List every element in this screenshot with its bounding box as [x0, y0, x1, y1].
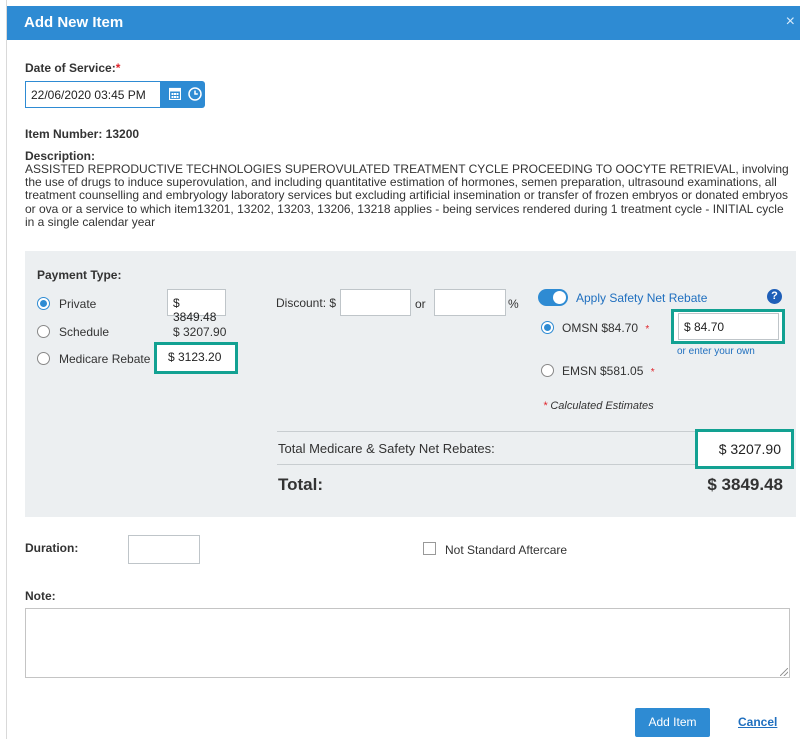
required-mark: * [543, 400, 548, 412]
total-label: Total: [278, 475, 324, 494]
payment-type-label: Payment Type: [37, 268, 122, 282]
duration-label: Duration: [25, 541, 79, 555]
description-line: in a single calendar year [25, 214, 156, 229]
schedule-fee-value: $ 3207.90 [173, 325, 227, 339]
payment-option-label: Private [59, 297, 97, 311]
payment-option-label: Medicare Rebate [59, 352, 151, 366]
divider [277, 464, 695, 465]
omsn-label-text: OMSN $84.70 [562, 321, 639, 335]
calendar-icon[interactable] [169, 87, 181, 100]
omsn-label: OMSN $84.70 * [562, 321, 649, 335]
radio-omsn[interactable] [541, 321, 554, 334]
safety-net-toggle-label[interactable]: Apply Safety Net Rebate [576, 291, 707, 305]
duration-input[interactable] [128, 535, 200, 564]
date-of-service-input[interactable]: 22/06/2020 03:45 PM [25, 81, 161, 108]
dialog-header: Add New Item × [7, 6, 800, 40]
safety-net-toggle[interactable] [538, 289, 568, 306]
close-icon[interactable]: × [786, 13, 795, 31]
item-number: Item Number: 13200 [25, 127, 140, 141]
required-mark: * [645, 324, 650, 335]
date-picker-button[interactable] [160, 81, 205, 108]
omsn-value-wrap: $ 84.70 [671, 309, 785, 344]
radio-emsn[interactable] [541, 364, 554, 377]
radio-medicare-rebate[interactable] [37, 352, 50, 365]
enter-own-hint: or enter your own [677, 346, 755, 357]
cancel-link[interactable]: Cancel [738, 715, 777, 729]
description-label: Description: [25, 149, 96, 163]
estimates-note-text: Calculated Estimates [550, 400, 654, 412]
private-price-input[interactable]: $ 3849.48 [167, 289, 226, 324]
note-textarea[interactable] [25, 608, 790, 678]
date-of-service-label-text: Date of Service: [25, 61, 116, 75]
description-line: or ova or a service to which item13201, … [25, 201, 784, 216]
radio-schedule[interactable] [37, 325, 50, 338]
estimates-note: * Calculated Estimates [543, 400, 654, 412]
discount-amount-input[interactable] [340, 289, 411, 316]
percent-label: % [508, 297, 519, 311]
medicare-rebate-value: $ 3123.20 [154, 342, 238, 374]
not-standard-aftercare-checkbox[interactable] [423, 542, 436, 555]
help-icon[interactable]: ? [767, 289, 782, 304]
description-text: ASSISTED REPRODUCTIVE TECHNOLOGIES SUPER… [25, 162, 795, 229]
required-mark: * [650, 367, 655, 378]
radio-private[interactable] [37, 297, 50, 310]
total-rebates-value: $ 3207.90 [695, 429, 794, 469]
add-item-button[interactable]: Add Item [635, 708, 710, 737]
clock-icon[interactable] [188, 87, 202, 101]
resize-grip-icon[interactable] [780, 668, 788, 676]
discount-label: Discount: $ [276, 296, 337, 310]
dialog-title: Add New Item [24, 14, 124, 31]
total-value: $ 3849.48 [707, 475, 783, 494]
omsn-amount-input[interactable]: $ 84.70 [678, 313, 779, 340]
date-of-service-label: Date of Service:* [25, 61, 120, 75]
payment-option-label: Schedule [59, 325, 110, 339]
not-standard-aftercare-label: Not Standard Aftercare [445, 543, 568, 557]
emsn-label: EMSN $581.05 * [562, 364, 655, 378]
payment-panel: Payment Type: Private $ 3849.48 Schedule… [25, 251, 796, 517]
emsn-label-text: EMSN $581.05 [562, 364, 644, 378]
add-item-dialog: Add New Item × Date of Service:* 22/06/2… [6, 0, 800, 739]
discount-percent-input[interactable] [434, 289, 506, 316]
total-rebates-label: Total Medicare & Safety Net Rebates: [278, 441, 495, 456]
required-mark: * [115, 61, 121, 75]
description-line: treatment counselling and embryology lab… [25, 188, 789, 203]
note-label: Note: [25, 589, 56, 603]
or-label: or [415, 297, 426, 311]
